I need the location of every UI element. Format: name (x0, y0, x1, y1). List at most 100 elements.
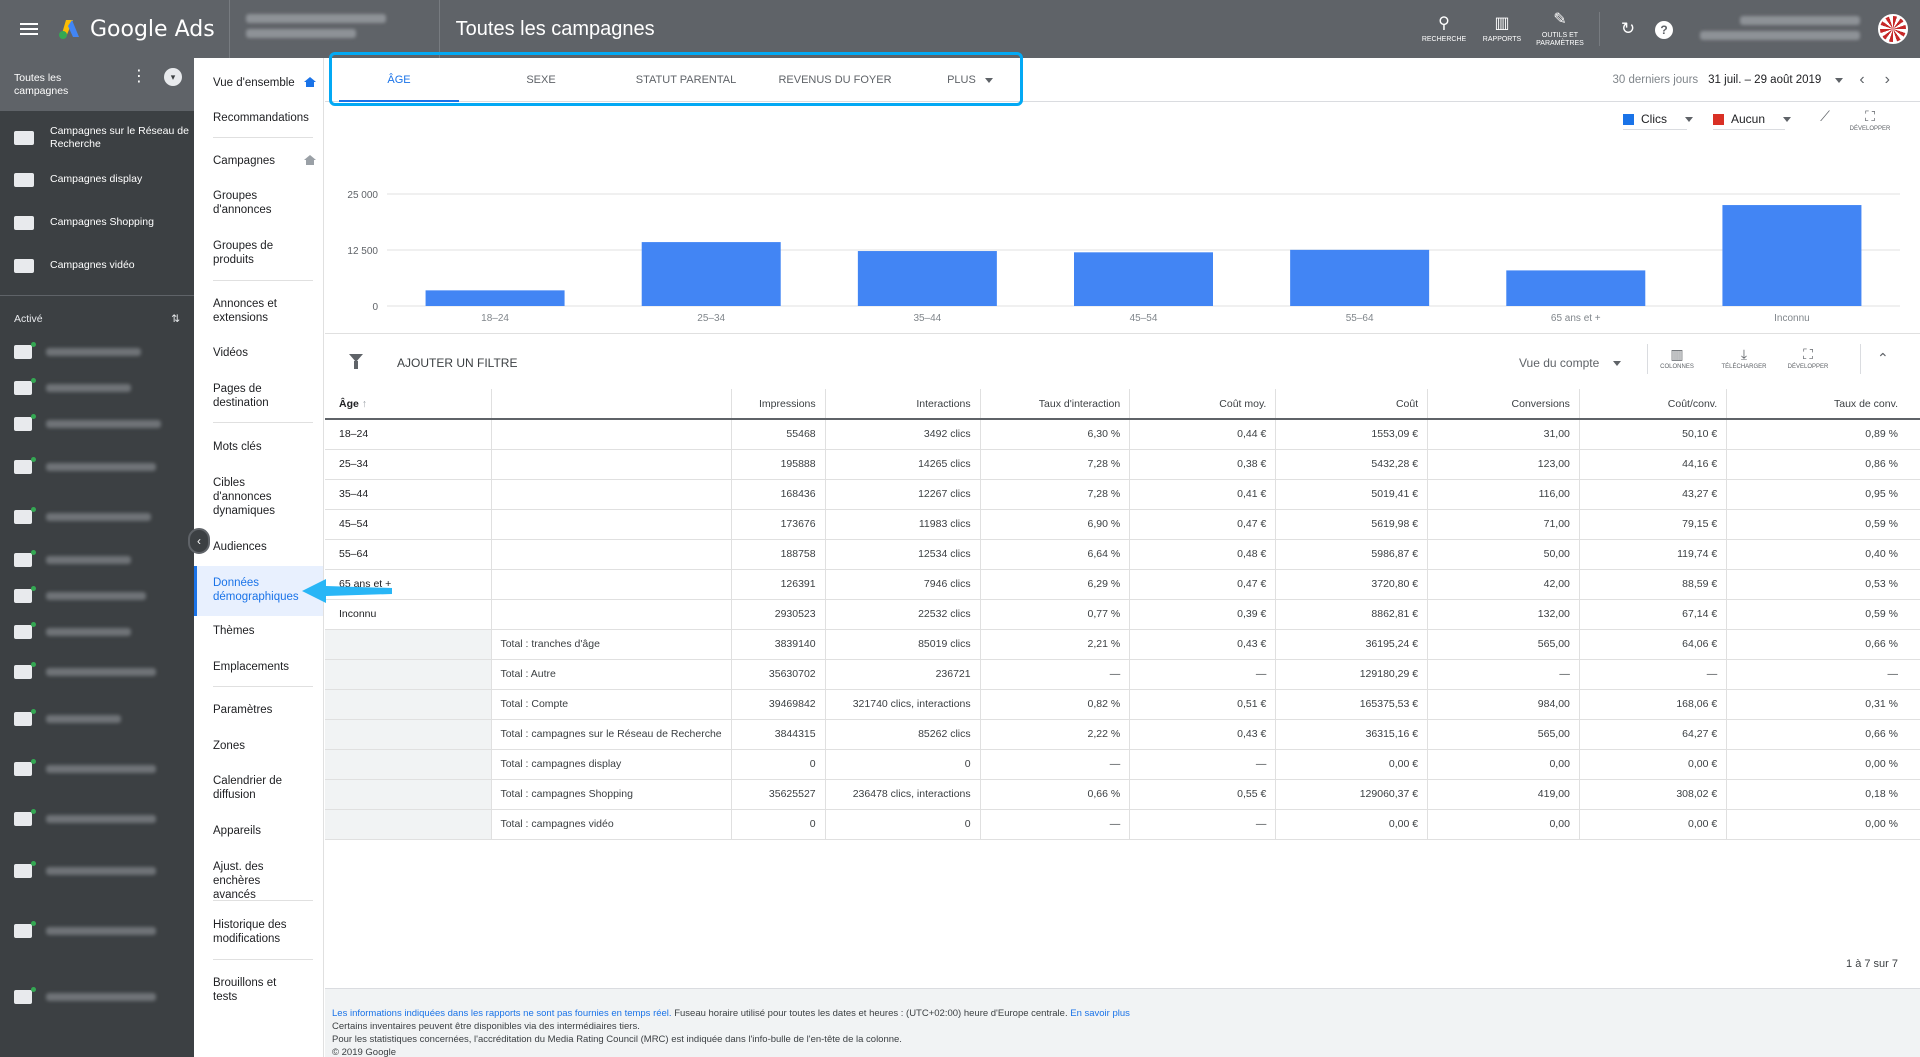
campaign-type-video[interactable]: Campagnes vidéo (0, 244, 194, 287)
table-row[interactable]: Inconnu 2930523 22532 clics 0,77 % 0,39 €886… (325, 599, 1920, 630)
campaign-item[interactable] (0, 614, 194, 650)
subnav-item-keywords[interactable]: Mots clés (194, 440, 323, 454)
collapse-chevron-up-icon[interactable]: ⌃ (1877, 350, 1889, 367)
table-row[interactable]: 45–54 173676 11983 clics 6,90 % 0,47 €5619,9… (325, 509, 1920, 540)
more-vert-icon[interactable]: ⋮ (131, 69, 147, 85)
subnav-item-overview[interactable]: Vue d'ensemble (194, 76, 323, 92)
tools-settings-button[interactable]: ✎ OUTILS ET PARAMÈTRES (1531, 10, 1589, 48)
campaign-item[interactable] (0, 964, 194, 1030)
filter-icon[interactable] (349, 354, 363, 369)
columns-button[interactable]: ▥ COLONNES (1655, 346, 1699, 370)
download-button[interactable]: ⤓ TÉLÉCHARGER (1719, 346, 1769, 370)
subnav-item-recommendations[interactable]: Recommandations (194, 111, 323, 125)
sort-icon[interactable]: ⇅ (171, 313, 180, 325)
subnav-item-videos[interactable]: Vidéos (194, 346, 323, 360)
subnav-item-audiences[interactable]: Audiences (194, 540, 323, 554)
metric1-selector[interactable]: Clics (1623, 112, 1693, 126)
add-filter-button[interactable]: AJOUTER UN FILTRE (397, 356, 517, 370)
campaign-type-display[interactable]: Campagnes display (0, 158, 194, 201)
chevron-left-icon[interactable]: ‹ (1859, 71, 1864, 89)
bar-7[interactable] (1722, 205, 1862, 306)
subnav-item-drafts-experiments[interactable]: Brouillons et tests (194, 976, 284, 1004)
subnav-item-placements[interactable]: Emplacements (194, 660, 323, 674)
subnav-item-landing-pages[interactable]: Pages de destination (194, 382, 304, 410)
campaign-item[interactable] (0, 844, 194, 898)
subnav-item-product-groups[interactable]: Groupes de produits (194, 239, 304, 267)
tab-more[interactable]: PLUS (925, 58, 1015, 102)
user-account-redacted[interactable] (1700, 12, 1870, 46)
metric2-selector[interactable]: Aucun (1713, 112, 1792, 126)
campaign-item[interactable] (0, 794, 194, 844)
subnav-item-advanced-bid-adj[interactable]: Ajust. des enchères avancés (194, 860, 304, 902)
col-header-avg-cost[interactable]: Coût moy. (1129, 389, 1277, 420)
campaign-item[interactable] (0, 898, 194, 964)
expand-table-button[interactable]: ⛶ DÉVELOPPER (1783, 346, 1833, 370)
col-header-conversions[interactable]: Conversions (1427, 389, 1580, 420)
tab-household-income[interactable]: REVENUS DU FOYER (765, 58, 905, 102)
date-range-picker[interactable]: 30 derniers jours 31 juil. – 29 août 201… (1613, 58, 1901, 102)
campaign-item[interactable] (0, 406, 194, 442)
chart-type-button[interactable]: ⟋ (1813, 108, 1837, 126)
collapse-panel-button[interactable]: ‹ (188, 528, 210, 554)
col-header-age[interactable]: Âge ↑ (325, 389, 493, 420)
col-header-conv-rate[interactable]: Taux de conv. (1726, 389, 1920, 420)
status-filter[interactable]: Activé ⇅ (0, 304, 194, 334)
table-row[interactable]: 18–24 55468 3492 clics 6,30 % 0,44 €1553,09 … (325, 419, 1920, 450)
subnav-item-ads-extensions[interactable]: Annonces et extensions (194, 297, 304, 325)
subnav-item-ad-groups[interactable]: Groupes d'annonces (194, 189, 304, 217)
subnav-item-ad-schedule[interactable]: Calendrier de diffusion (194, 774, 300, 802)
subnav-item-change-history[interactable]: Historique des modifications (194, 918, 304, 946)
help-button[interactable]: ? (1646, 19, 1682, 39)
subnav-item-locations[interactable]: Zones (194, 739, 323, 753)
campaign-item[interactable] (0, 650, 194, 694)
bar-2[interactable] (641, 242, 781, 306)
bar-6[interactable] (1506, 270, 1646, 306)
subnav-item-topics[interactable]: Thèmes (194, 624, 323, 638)
campaign-item[interactable] (0, 492, 194, 542)
account-selector[interactable] (230, 0, 440, 58)
reports-tool-button[interactable]: ▥ RAPPORTS (1473, 14, 1531, 44)
search-tool-button[interactable]: ⚲ RECHERCHE (1415, 14, 1473, 44)
campaign-item[interactable] (0, 744, 194, 794)
campaign-item[interactable] (0, 694, 194, 744)
tab-age[interactable]: ÂGE (339, 58, 459, 102)
view-selector[interactable]: Vue du compte (1519, 356, 1621, 370)
col-header-cost-per-conv[interactable]: Coût/conv. (1579, 389, 1728, 420)
bar-1[interactable] (425, 290, 565, 306)
col-header-interactions[interactable]: Interactions (825, 389, 981, 420)
col-header-impressions[interactable]: Impressions (731, 389, 826, 420)
campaign-item[interactable] (0, 442, 194, 492)
table-row[interactable]: 35–44 168436 12267 clics 7,28 % 0,41 €5019,4… (325, 479, 1920, 510)
all-campaigns-item[interactable]: Toutes les campagnes ⋮ ▾ (0, 58, 194, 111)
subnav-item-campaigns[interactable]: Campagnes (194, 154, 323, 170)
learn-more-link[interactable]: En savoir plus (1068, 1008, 1130, 1019)
toolbar-divider (1860, 344, 1861, 374)
table-row[interactable]: 55–64 188758 12534 clics 6,64 % 0,48 €5986,8… (325, 539, 1920, 570)
table-row[interactable]: 25–34 195888 14265 clics 7,28 % 0,38 €5432,2… (325, 449, 1920, 480)
refresh-button[interactable]: ↻ (1610, 19, 1646, 39)
google-ads-logo[interactable]: Google Ads (58, 0, 230, 58)
bar-5[interactable] (1290, 249, 1430, 306)
footer-realtime-link[interactable]: Les informations indiquées dans les rapp… (332, 1008, 672, 1019)
bar-3[interactable] (857, 251, 997, 306)
subnav-item-settings[interactable]: Paramètres (194, 703, 323, 717)
campaign-item[interactable] (0, 542, 194, 578)
campaign-item[interactable] (0, 578, 194, 614)
col-header-cost[interactable]: Coût (1275, 389, 1429, 420)
expand-chart-button[interactable]: ⛶ DÉVELOPPER (1845, 108, 1895, 132)
tab-gender[interactable]: SEXE (481, 58, 601, 102)
campaign-item[interactable] (0, 370, 194, 406)
subnav-item-dynamic-ad-targets[interactable]: Cibles d'annonces dynamiques (194, 476, 300, 518)
subnav-item-devices[interactable]: Appareils (194, 824, 323, 838)
dropdown-circle-icon[interactable]: ▾ (164, 68, 182, 86)
campaign-type-search[interactable]: Campagnes sur le Réseau de Recherche (0, 118, 194, 158)
menu-button[interactable] (0, 0, 58, 58)
table-row[interactable]: 65 ans et +126391 7946 clics 6,29 % 0,47 €3… (325, 569, 1920, 600)
tab-parental-status[interactable]: STATUT PARENTAL (621, 58, 751, 102)
campaign-item[interactable] (0, 334, 194, 370)
campaign-type-shopping[interactable]: Campagnes Shopping (0, 201, 194, 244)
chevron-right-icon[interactable]: › (1885, 71, 1890, 89)
bar-4[interactable] (1074, 252, 1213, 306)
avatar[interactable] (1878, 14, 1908, 44)
col-header-interaction-rate[interactable]: Taux d'interaction (980, 389, 1131, 420)
